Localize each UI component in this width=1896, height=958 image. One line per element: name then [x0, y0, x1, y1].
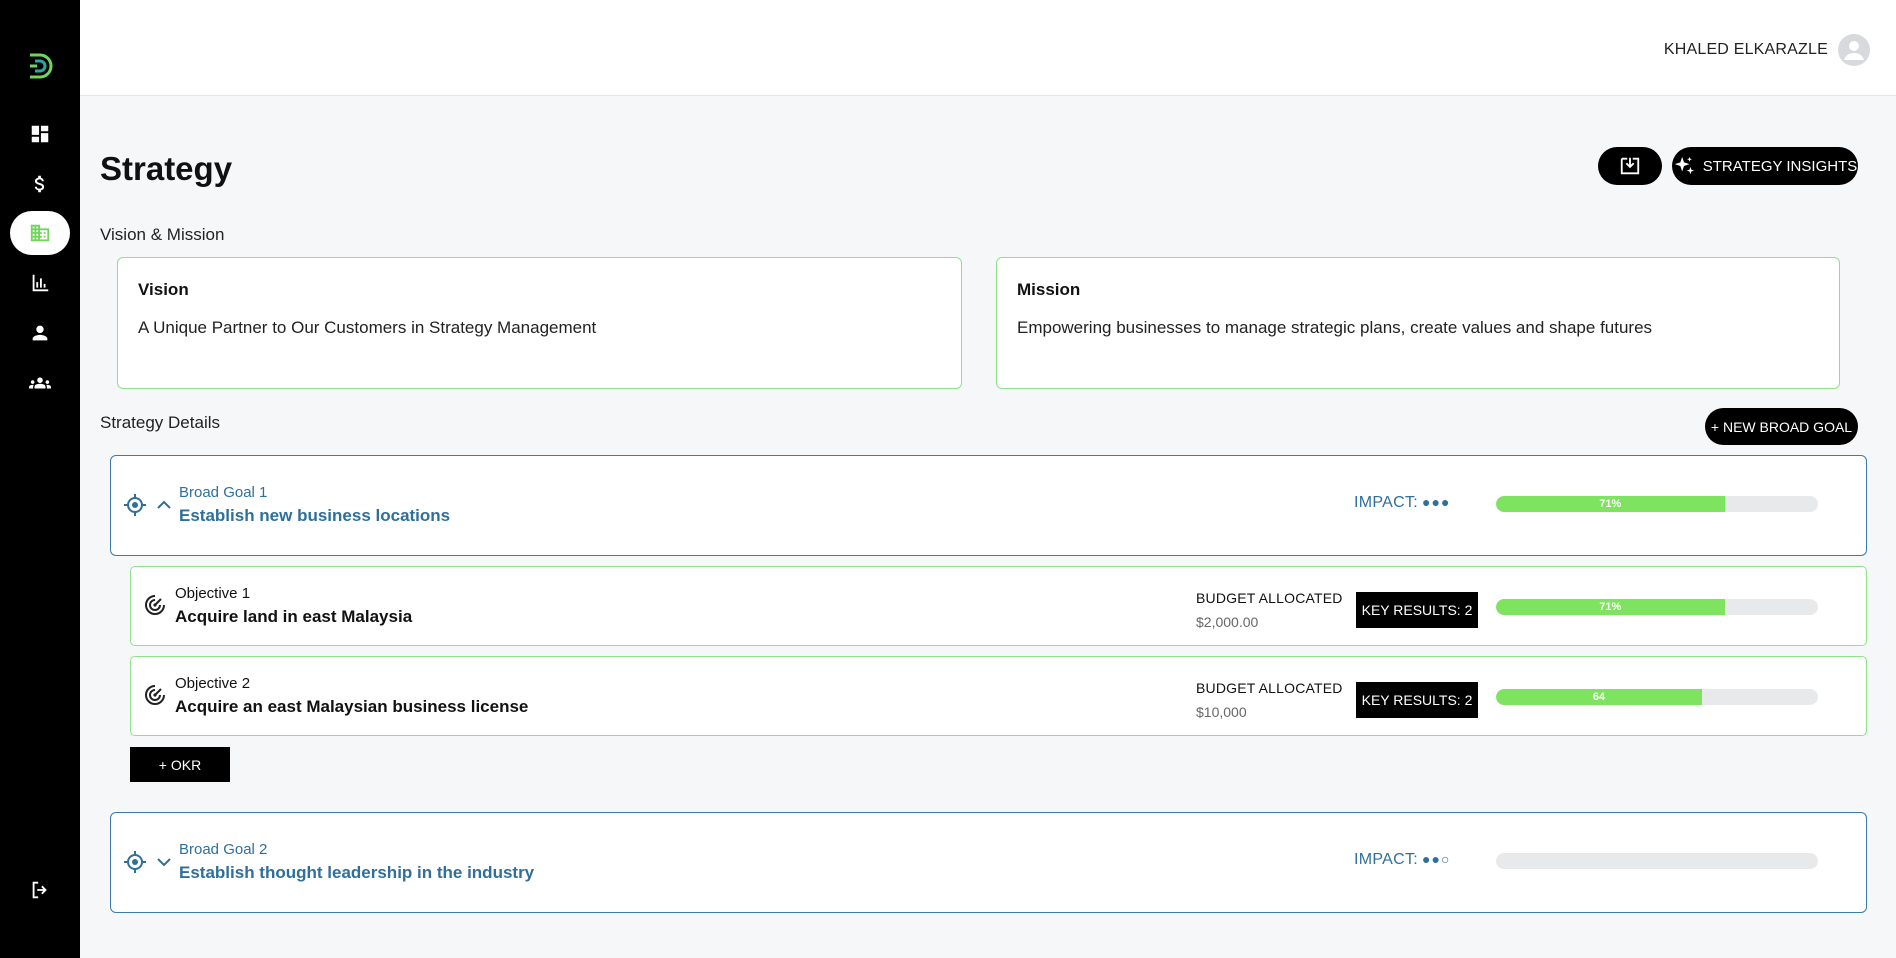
- app-logo[interactable]: [26, 51, 56, 81]
- strategy-insights-button[interactable]: STRATEGY INSIGHTS: [1672, 147, 1858, 185]
- mission-card[interactable]: Mission Empowering businesses to manage …: [996, 257, 1840, 389]
- add-okr-button[interactable]: + OKR: [130, 747, 230, 782]
- target-icon: [124, 494, 146, 516]
- strategy-details-heading: Strategy Details: [100, 413, 220, 432]
- vision-title: Vision: [138, 280, 189, 299]
- sidebar-item-dashboard[interactable]: [10, 112, 70, 156]
- download-icon: [1620, 157, 1640, 175]
- avatar[interactable]: [1838, 34, 1870, 66]
- budget-value: $10,000: [1196, 704, 1247, 720]
- objective-progress-bar: 71%: [1496, 599, 1818, 615]
- sidebar-item-reports[interactable]: [10, 261, 70, 305]
- sidebar-item-strategy[interactable]: [10, 211, 70, 255]
- impact-dots: ●●●: [1422, 494, 1451, 510]
- top-bar: KHALED ELKARAZLE: [80, 0, 1896, 96]
- key-results-button[interactable]: KEY RESULTS: 2: [1356, 682, 1478, 718]
- strategy-insights-label: STRATEGY INSIGHTS: [1702, 157, 1858, 175]
- logout-button[interactable]: [10, 868, 70, 912]
- goal-progress-fill: 71%: [1496, 496, 1725, 512]
- sidebar-item-finance[interactable]: [10, 162, 70, 206]
- budget-label: BUDGET ALLOCATED: [1196, 680, 1343, 696]
- mission-text: Empowering businesses to manage strategi…: [1017, 318, 1653, 337]
- chevron-down-icon[interactable]: [155, 853, 173, 871]
- vision-card[interactable]: Vision A Unique Partner to Our Customers…: [117, 257, 962, 389]
- key-results-button[interactable]: KEY RESULTS: 2: [1356, 592, 1478, 628]
- chevron-up-icon[interactable]: [155, 496, 173, 514]
- impact-rating: IMPACT: ●●●: [1354, 494, 1450, 512]
- user-name: KHALED ELKARAZLE: [1663, 41, 1828, 58]
- sidebar: [0, 0, 80, 958]
- new-broad-goal-button[interactable]: + NEW BROAD GOAL: [1705, 408, 1858, 445]
- mission-title: Mission: [1017, 280, 1081, 299]
- impact-label: IMPACT:: [1354, 851, 1419, 868]
- user-menu[interactable]: KHALED ELKARAZLE: [1664, 34, 1870, 66]
- vision-text: A Unique Partner to Our Customers in Str…: [138, 318, 597, 337]
- person-icon: [32, 325, 48, 341]
- bar-chart-icon: [32, 274, 49, 292]
- objective-card[interactable]: Objective 2 Acquire an east Malaysian bu…: [130, 656, 1867, 736]
- sidebar-item-team[interactable]: [10, 361, 70, 405]
- budget-value: $2,000.00: [1196, 614, 1259, 630]
- objective-label: Objective 2: [175, 675, 251, 692]
- impact-label: IMPACT:: [1354, 494, 1419, 511]
- building-icon: [30, 224, 50, 242]
- objective-title: Acquire land in east Malaysia: [175, 607, 413, 626]
- dashboard-icon: [31, 125, 49, 143]
- download-button[interactable]: [1598, 147, 1662, 185]
- page-title: Strategy: [100, 150, 233, 187]
- sidebar-item-profile[interactable]: [10, 311, 70, 355]
- goal-progress-bar: [1496, 853, 1818, 869]
- dollar-icon: [34, 175, 45, 193]
- radar-icon: [145, 685, 165, 705]
- vision-mission-heading: Vision & Mission: [100, 225, 225, 244]
- budget-label: BUDGET ALLOCATED: [1196, 590, 1343, 606]
- impact-dots: ●●○: [1422, 851, 1451, 867]
- broad-goal-label: Broad Goal 1: [179, 484, 268, 501]
- target-icon: [124, 851, 146, 873]
- user-avatar-icon: [1844, 41, 1864, 60]
- objective-title: Acquire an east Malaysian business licen…: [175, 697, 529, 716]
- objective-label: Objective 1: [175, 585, 251, 602]
- broad-goal-title: Establish thought leadership in the indu…: [179, 863, 535, 882]
- sparkles-icon: [1674, 156, 1694, 175]
- radar-icon: [145, 595, 165, 615]
- objective-progress-bar: 64: [1496, 689, 1818, 705]
- goal-progress-bar: 71%: [1496, 496, 1818, 512]
- group-icon: [29, 377, 51, 389]
- broad-goal-title: Establish new business locations: [179, 506, 451, 525]
- broad-goal-card[interactable]: Broad Goal 1 Establish new business loca…: [110, 455, 1867, 556]
- objective-card[interactable]: Objective 1 Acquire land in east Malaysi…: [130, 566, 1867, 646]
- logout-icon: [32, 881, 47, 899]
- broad-goal-card[interactable]: Broad Goal 2 Establish thought leadershi…: [110, 812, 1867, 913]
- objective-progress-fill: 64: [1496, 689, 1703, 705]
- impact-rating: IMPACT: ●●○: [1354, 851, 1450, 869]
- objective-progress-fill: 71%: [1496, 599, 1725, 615]
- broad-goal-label: Broad Goal 2: [179, 841, 268, 858]
